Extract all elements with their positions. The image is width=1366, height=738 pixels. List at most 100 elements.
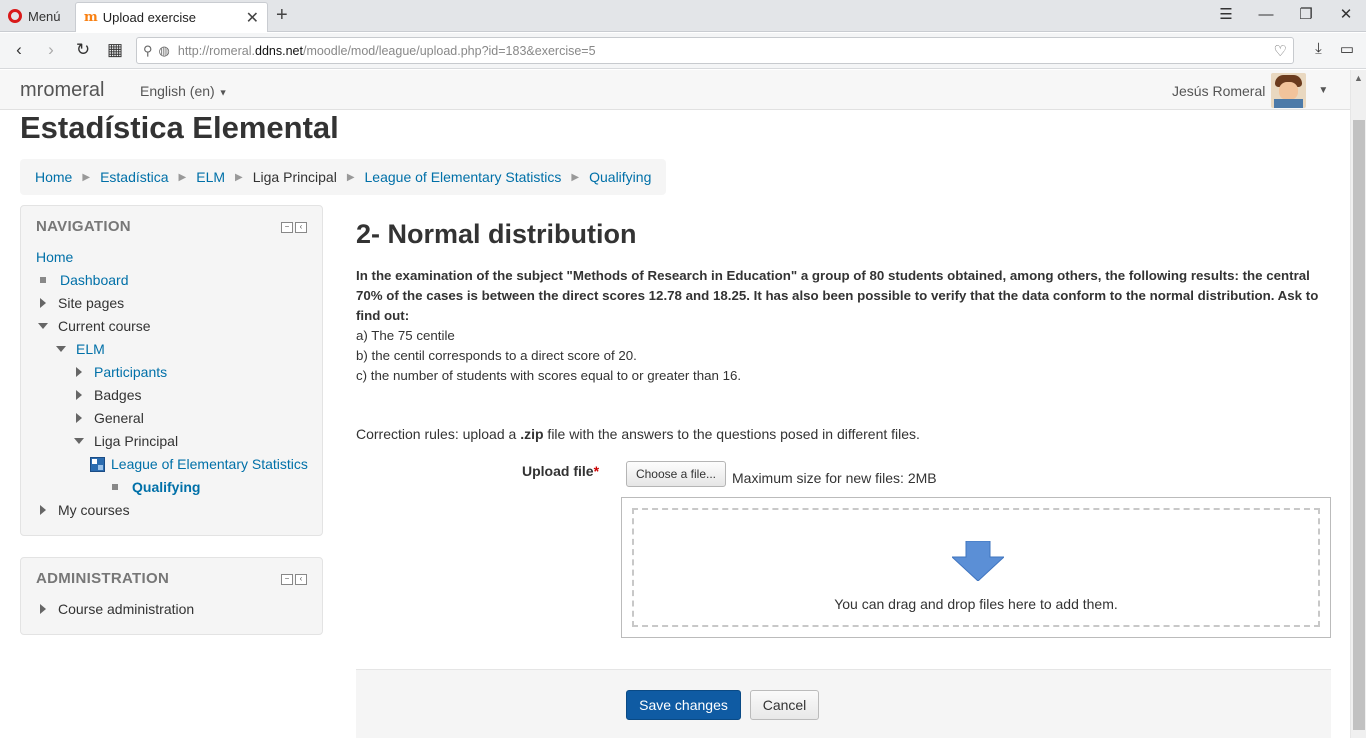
- nav-site-pages-label: Site pages: [58, 295, 125, 311]
- expand-arrow-icon: [76, 367, 82, 377]
- user-name: Jesús Romeral: [1172, 82, 1266, 99]
- nav-item-qualifying[interactable]: Qualifying: [112, 479, 200, 495]
- collapse-arrow-icon: [56, 346, 66, 352]
- user-caret-down-icon: ▼: [1318, 85, 1329, 96]
- breadcrumb-liga-principal: Liga Principal: [252, 169, 337, 185]
- tab-menu-icon[interactable]: ☰: [1206, 0, 1246, 32]
- navigation-block: NAVIGATION − ‹ Home Dashboard Site pages…: [20, 205, 323, 536]
- nav-badges-label: Badges: [94, 387, 142, 403]
- url-path: /moodle/mod/league/upload.php?id=183&exe…: [302, 43, 596, 58]
- site-navbar: mromeral English (en) ▼ Jesús Romeral ▼: [0, 70, 1350, 110]
- exercise-item-b: b) the centil corresponds to a direct sc…: [356, 348, 637, 363]
- browser-toolbar-right: ⤓ ▭: [1315, 40, 1354, 58]
- breadcrumb-home[interactable]: Home: [35, 169, 72, 185]
- required-mark: *: [593, 463, 600, 479]
- navigation-block-title: NAVIGATION: [36, 218, 131, 235]
- nav-elm-label: ELM: [76, 341, 105, 357]
- url-input[interactable]: ⚲ ◍ http://romeral. ddns.net /moodle/mod…: [136, 37, 1294, 64]
- scroll-up-icon[interactable]: ▲: [1354, 73, 1363, 83]
- breadcrumb-separator-icon: ▶: [82, 171, 91, 183]
- language-menu[interactable]: English (en) ▼: [140, 83, 228, 99]
- bullet-icon: [112, 484, 118, 490]
- page-scrollbar[interactable]: ▲: [1350, 70, 1366, 738]
- nav-item-elm[interactable]: ELM: [56, 341, 105, 357]
- nav-item-course-administration[interactable]: Course administration: [40, 601, 194, 617]
- browser-address-bar: ‹ › ↻ ▦ ⚲ ◍ http://romeral. ddns.net /mo…: [0, 33, 1366, 69]
- forward-icon[interactable]: ›: [40, 39, 62, 61]
- block-controls: − ‹: [281, 222, 307, 233]
- exercise-statement-text: In the examination of the subject "Metho…: [356, 268, 1319, 323]
- speed-dial-icon[interactable]: ▦: [104, 39, 126, 61]
- exercise-statement: In the examination of the subject "Metho…: [356, 266, 1326, 386]
- bookmark-heart-icon[interactable]: ♡: [1274, 42, 1287, 60]
- dock-block-icon[interactable]: ‹: [295, 574, 307, 585]
- globe-icon: ◍: [158, 42, 170, 58]
- collapse-arrow-icon: [74, 438, 84, 444]
- nav-item-site-pages[interactable]: Site pages: [40, 295, 124, 311]
- nav-dashboard-label: Dashboard: [60, 272, 129, 288]
- url-prefix: http://romeral.: [177, 43, 255, 58]
- new-tab-button[interactable]: +: [276, 4, 288, 27]
- nav-my-courses-label: My courses: [58, 502, 130, 518]
- nav-item-home[interactable]: Home: [36, 249, 73, 265]
- rules-before: Correction rules: upload a: [356, 426, 521, 442]
- breadcrumb-league[interactable]: League of Elementary Statistics: [365, 169, 562, 185]
- window-close-icon[interactable]: ✕: [1326, 0, 1366, 32]
- breadcrumb-qualifying[interactable]: Qualifying: [589, 169, 651, 185]
- tab-title: Upload exercise: [102, 10, 196, 25]
- nav-item-current-course[interactable]: Current course: [38, 318, 151, 334]
- page-title: Estadística Elemental: [20, 110, 339, 145]
- minimize-icon[interactable]: —: [1246, 0, 1286, 32]
- language-label: English (en): [140, 83, 215, 99]
- nav-home-label: Home: [36, 249, 74, 265]
- browser-tab-active[interactable]: m Upload exercise ✕: [75, 2, 268, 32]
- user-menu[interactable]: Jesús Romeral ▼: [1172, 73, 1328, 108]
- breadcrumb: Home ▶ Estadística ▶ ELM ▶ Liga Principa…: [20, 159, 667, 195]
- nav-item-my-courses[interactable]: My courses: [40, 502, 130, 518]
- nav-liga-label: Liga Principal: [94, 433, 179, 449]
- url-host: ddns.net: [255, 43, 303, 58]
- window-controls: ☰ — ❐ ✕: [1206, 0, 1366, 32]
- dropzone-dashed-area[interactable]: You can drag and drop files here to add …: [632, 508, 1320, 627]
- nav-item-liga-principal[interactable]: Liga Principal: [74, 433, 178, 449]
- avatar: [1271, 73, 1307, 108]
- drop-text: You can drag and drop files here to add …: [834, 596, 1118, 612]
- collapse-block-icon[interactable]: −: [281, 574, 293, 585]
- nav-item-dashboard[interactable]: Dashboard: [40, 272, 129, 288]
- bullet-icon: [40, 277, 46, 283]
- reload-icon[interactable]: ↻: [72, 39, 94, 61]
- browser-menu-button[interactable]: Menú: [8, 7, 61, 25]
- exercise-heading: 2- Normal distribution: [356, 219, 637, 249]
- opera-logo-icon: [8, 9, 22, 23]
- upload-file-label-text: Upload file: [522, 463, 594, 479]
- dock-block-icon[interactable]: ‹: [295, 222, 307, 233]
- cancel-button[interactable]: Cancel: [750, 690, 819, 720]
- breadcrumb-estadistica[interactable]: Estadística: [100, 169, 168, 185]
- rules-after: file with the answers to the questions p…: [543, 426, 920, 442]
- correction-rules: Correction rules: upload a .zip file wit…: [356, 426, 920, 442]
- download-icon[interactable]: ⤓: [1315, 40, 1322, 58]
- save-changes-button[interactable]: Save changes: [626, 690, 741, 720]
- nav-item-participants[interactable]: Participants: [76, 364, 167, 380]
- max-file-size: Maximum size for new files: 2MB: [732, 470, 937, 486]
- exercise-item-a: a) The 75 centile: [356, 328, 455, 343]
- breadcrumb-separator-icon: ▶: [571, 171, 580, 183]
- expand-arrow-icon: [40, 604, 46, 614]
- restore-icon[interactable]: ❐: [1286, 0, 1326, 32]
- nav-item-badges[interactable]: Badges: [76, 387, 141, 403]
- administration-block-title: ADMINISTRATION: [36, 570, 170, 587]
- tab-close-icon[interactable]: ✕: [246, 8, 259, 28]
- scrollbar-thumb[interactable]: [1353, 120, 1365, 730]
- choose-file-button[interactable]: Choose a file...: [626, 461, 726, 487]
- file-dropzone[interactable]: You can drag and drop files here to add …: [621, 497, 1331, 638]
- form-actions: Save changes Cancel: [356, 669, 1331, 738]
- nav-item-league[interactable]: League of Elementary Statistics: [90, 456, 308, 472]
- site-brand[interactable]: mromeral: [20, 79, 104, 102]
- breadcrumb-elm[interactable]: ELM: [196, 169, 225, 185]
- back-icon[interactable]: ‹: [8, 39, 30, 61]
- collapse-block-icon[interactable]: −: [281, 222, 293, 233]
- nav-item-general[interactable]: General: [76, 410, 144, 426]
- nav-league-label: League of Elementary Statistics: [111, 456, 308, 472]
- battery-saver-icon[interactable]: ▭: [1340, 40, 1354, 58]
- browser-tab-bar: Menú m Upload exercise ✕ + ☰ — ❐ ✕: [0, 0, 1366, 32]
